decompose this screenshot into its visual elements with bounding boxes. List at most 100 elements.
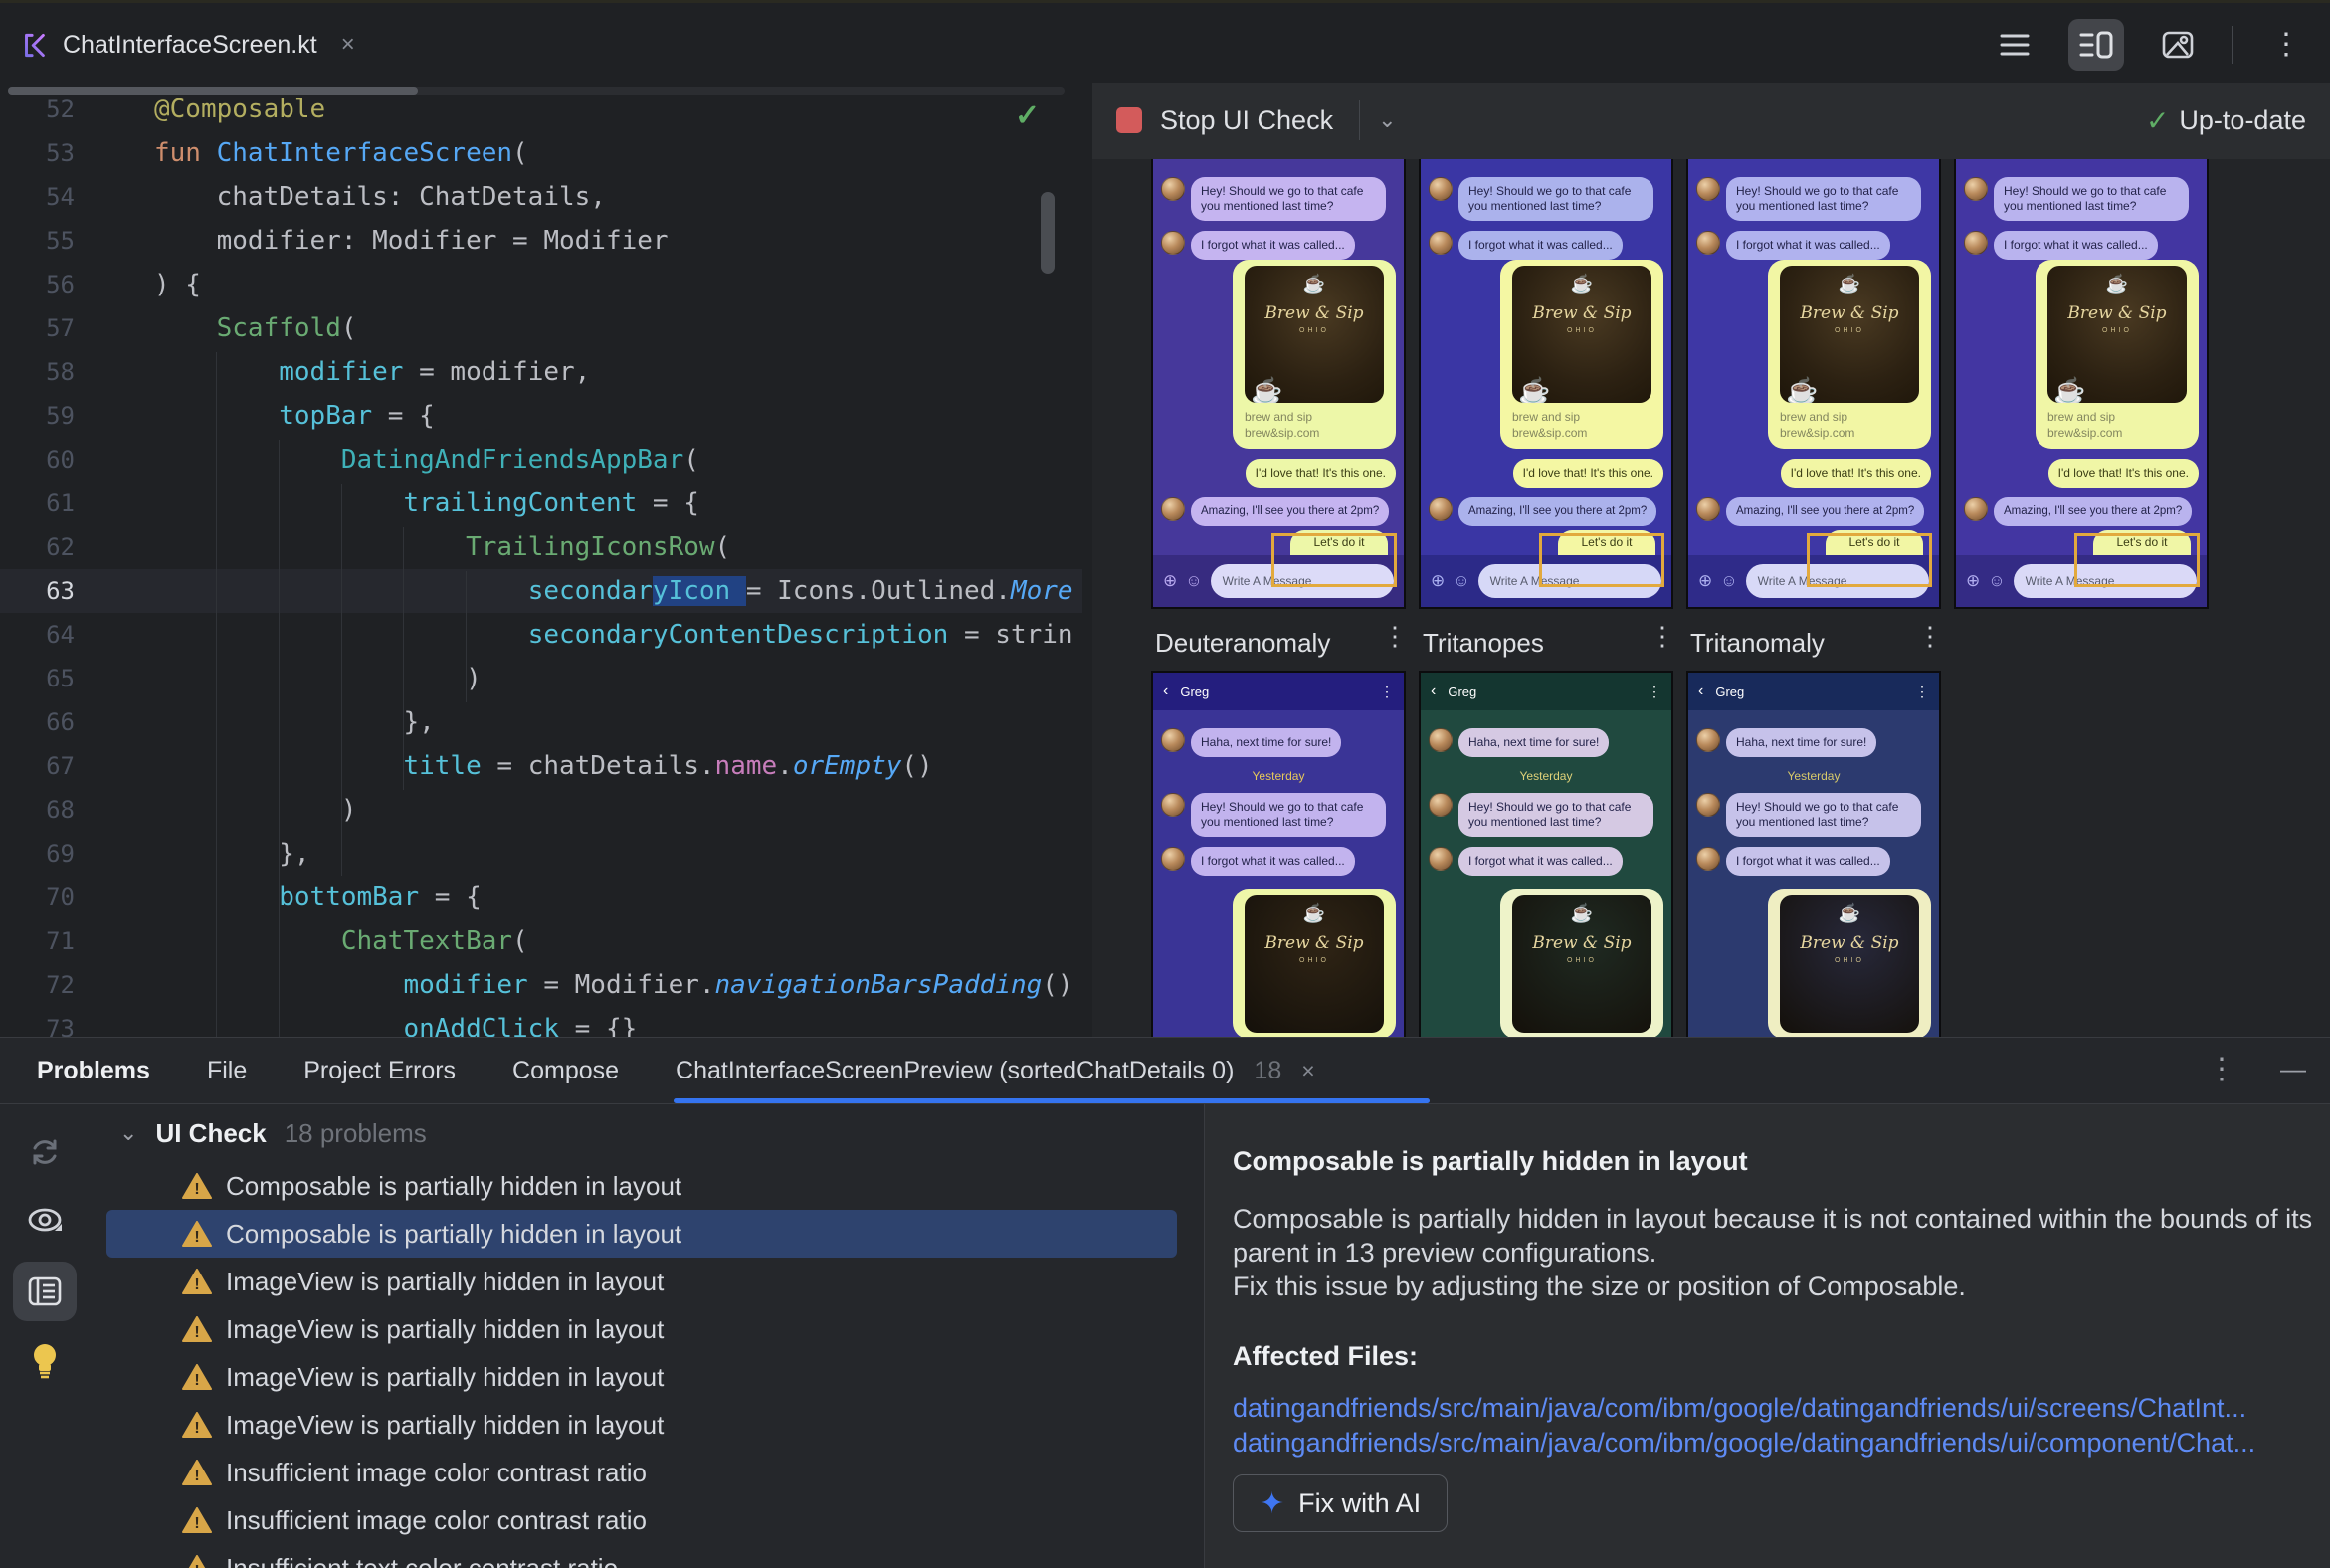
tab-file[interactable]: File [207,1057,247,1085]
chat-more-icon[interactable]: ⋮ [1648,685,1661,698]
warning-icon: ! [182,1220,212,1248]
stop-ui-check-button[interactable]: Stop UI Check ⌄ [1116,100,1397,140]
code-line[interactable]: 63 secondaryIcon = Icons.Outlined.More [0,569,1082,613]
back-icon[interactable]: ‹ [1698,683,1703,700]
code-line[interactable]: 57 Scaffold( [0,306,1082,350]
code-line[interactable]: 55 modifier: Modifier = Modifier [0,219,1082,263]
add-icon[interactable]: ⊕ [1966,571,1980,591]
lightbulb-icon[interactable] [13,1331,77,1391]
avatar [1696,177,1720,201]
code-line[interactable]: 61 trailingContent = { [0,482,1082,525]
emoji-icon[interactable]: ☺ [1185,571,1202,591]
file-link[interactable]: datingandfriends/src/main/java/com/ibm/g… [1233,1391,2327,1426]
problem-item[interactable]: ! Composable is partially hidden in layo… [106,1162,1177,1210]
link-preview-card[interactable]: ☕ Brew & Sip OHIO [1500,889,1663,1037]
minimize-icon[interactable]: — [2280,1054,2306,1084]
problem-item[interactable]: ! Insufficient image color contrast rati… [106,1496,1177,1544]
code-line[interactable]: 53 fun ChatInterfaceScreen( [0,131,1082,175]
more-menu-icon[interactable]: ⋮ [2207,1054,2236,1083]
preview-phone-row1[interactable]: Hey! Should we go to that cafe you menti… [1419,159,1673,609]
code-line[interactable]: 52 @Composable [0,88,1082,131]
preview-phone-row2[interactable]: ‹ Greg ⋮ Haha, next time for sure! Yeste… [1151,671,1406,1037]
tab-close-icon[interactable]: × [1301,1058,1314,1084]
fix-with-ai-button[interactable]: ✦ Fix with AI [1233,1474,1449,1532]
add-icon[interactable]: ⊕ [1163,571,1177,591]
code-line[interactable]: 66 }, [0,700,1082,744]
line-number: 60 [46,446,75,474]
svg-text:!: ! [194,1372,199,1389]
chevron-down-icon[interactable]: ⌄ [119,1120,137,1146]
code-line[interactable]: 60 DatingAndFriendsAppBar( [0,438,1082,482]
code-line[interactable]: 71 ChatTextBar( [0,919,1082,963]
code-line[interactable]: 70 bottomBar = { [0,876,1082,919]
problem-item[interactable]: ! Insufficient text color contrast ratio [106,1544,1177,1568]
preview-phone-row2[interactable]: ‹ Greg ⋮ Haha, next time for sure! Yeste… [1419,671,1673,1037]
preview-phone-row1[interactable]: Hey! Should we go to that cafe you menti… [1686,159,1941,609]
refresh-icon[interactable] [13,1122,77,1182]
file-link[interactable]: datingandfriends/src/main/java/com/ibm/g… [1233,1426,2327,1461]
tab-problems[interactable]: Problems [37,1057,150,1085]
avatar [1429,231,1453,255]
code-line[interactable]: 73 onAddClick = {} [0,1007,1082,1037]
problem-item[interactable]: ! ImageView is partially hidden in layou… [106,1353,1177,1401]
problem-item[interactable]: ! Insufficient image color contrast rati… [106,1449,1177,1496]
add-icon[interactable]: ⊕ [1431,571,1445,591]
editor-tab[interactable]: ChatInterfaceScreen.kt × [22,21,355,69]
preview-eye-icon[interactable] [13,1192,77,1252]
preview-phone-row2[interactable]: ‹ Greg ⋮ Haha, next time for sure! Yeste… [1686,671,1941,1037]
chat-more-icon[interactable]: ⋮ [1915,685,1929,698]
problem-item[interactable]: ! Composable is partially hidden in layo… [106,1210,1177,1258]
preview-more-menu-icon[interactable]: ⋮ [1917,623,1943,649]
link-preview-card[interactable]: ☕ Brew & Sip OHIO ☕ brew and sip brew&sip.co… [1500,260,1663,449]
list-view-icon[interactable] [1987,19,2042,71]
code-line[interactable]: 72 modifier = Modifier.navigationBarsPad… [0,963,1082,1007]
code-line[interactable]: 54 chatDetails: ChatDetails, [0,175,1082,219]
code-line[interactable]: 69 }, [0,832,1082,876]
problem-item[interactable]: ! ImageView is partially hidden in layou… [106,1401,1177,1449]
add-icon[interactable]: ⊕ [1698,571,1712,591]
preview-canvas[interactable]: Hey! Should we go to that cafe you menti… [1092,159,2330,1037]
chevron-down-icon[interactable]: ⌄ [1378,107,1396,133]
link-preview-card[interactable]: ☕ Brew & Sip OHIO ☕ brew and sip brew&sip.co… [1768,260,1931,449]
code-line[interactable]: 62 TrailingIconsRow( [0,525,1082,569]
preview-phone-row1[interactable]: Hey! Should we go to that cafe you menti… [1954,159,2209,609]
vertical-scrollbar-thumb[interactable] [1041,192,1055,274]
problem-item[interactable]: ! ImageView is partially hidden in layou… [106,1258,1177,1305]
code-line[interactable]: 68 ) [0,788,1082,832]
tab-project-errors[interactable]: Project Errors [303,1057,456,1085]
code-line[interactable]: 65 ) [0,657,1082,700]
image-view-icon[interactable] [2150,19,2206,71]
chat-message-incoming: Hey! Should we go to that cafe you menti… [1696,177,1931,221]
tab-preview-active[interactable]: ChatInterfaceScreenPreview (sortedChatDe… [676,1057,1315,1085]
code-line[interactable]: 67 title = chatDetails.name.orEmpty() [0,744,1082,788]
link-preview-card[interactable]: ☕ Brew & Sip OHIO [1768,889,1931,1037]
back-icon[interactable]: ‹ [1431,683,1436,700]
problem-title: Composable is partially hidden in layout [1233,1146,1748,1176]
details-panel-icon[interactable] [13,1262,77,1321]
code-line[interactable]: 59 topBar = { [0,394,1082,438]
link-preview-card[interactable]: ☕ Brew & Sip OHIO [1233,889,1396,1037]
preview-more-menu-icon[interactable]: ⋮ [1650,623,1675,649]
more-menu-icon[interactable]: ⋮ [2258,19,2314,71]
code-line[interactable]: 58 modifier = modifier, [0,350,1082,394]
back-icon[interactable]: ‹ [1163,683,1168,700]
code-lines: 52 @Composable 53 fun ChatInterfaceScreen(5… [0,88,1082,1037]
emoji-icon[interactable]: ☺ [1720,571,1737,591]
chat-message-incoming: I forgot what it was called... [1964,231,2199,260]
chat-more-icon[interactable]: ⋮ [1380,685,1394,698]
problem-item[interactable]: ! ImageView is partially hidden in layou… [106,1305,1177,1353]
tab-close-icon[interactable]: × [341,31,355,59]
link-preview-card[interactable]: ☕ Brew & Sip OHIO ☕ brew and sip brew&sip.co… [1233,260,1396,449]
ui-check-group[interactable]: ⌄ UI Check 18 problems [90,1104,1204,1162]
code-editor[interactable]: ✓ 52 @Composable 53 fun ChatInterfaceScreen… [0,83,1082,1037]
code-line[interactable]: 56) { [0,263,1082,306]
split-view-icon[interactable] [2068,19,2124,71]
emoji-icon[interactable]: ☺ [1453,571,1469,591]
code-line[interactable]: 64 secondaryContentDescription = strin [0,613,1082,657]
emoji-icon[interactable]: ☺ [1988,571,2005,591]
preview-more-menu-icon[interactable]: ⋮ [1382,623,1408,649]
line-number: 68 [46,796,75,824]
preview-phone-row1[interactable]: Hey! Should we go to that cafe you menti… [1151,159,1406,609]
link-preview-card[interactable]: ☕ Brew & Sip OHIO ☕ brew and sip brew&sip.co… [2036,260,2199,449]
tab-compose[interactable]: Compose [512,1057,619,1085]
